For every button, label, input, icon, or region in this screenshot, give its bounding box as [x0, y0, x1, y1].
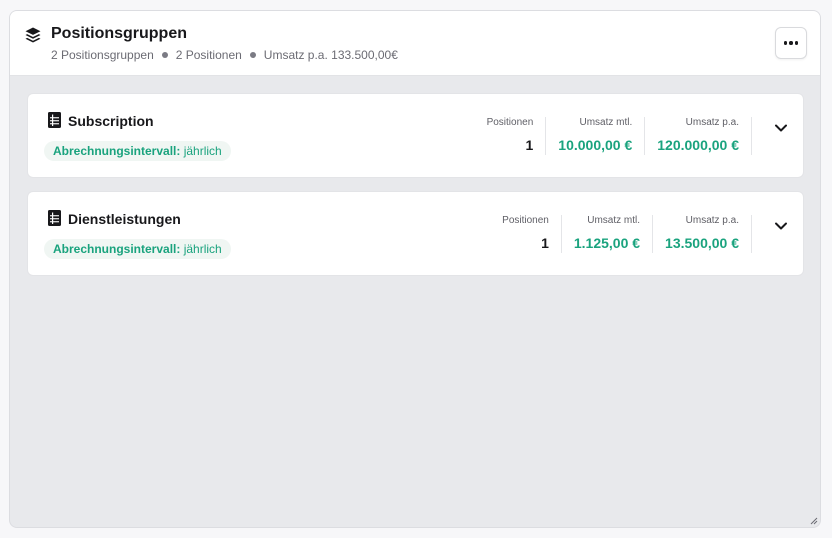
stat-value: 1 [541, 235, 549, 251]
meta-yearly-revenue: Umsatz p.a. 133.500,00€ [263, 48, 398, 62]
more-horizontal-icon-dot [789, 41, 793, 45]
chevron-down-icon[interactable] [773, 120, 789, 136]
chevron-down-icon[interactable] [773, 218, 789, 234]
group-stats: Positionen 1 Umsatz mtl. 10.000,00 € Ums… [487, 117, 752, 155]
positionsgruppen-panel: Positionsgruppen 2 Positionsgruppen 2 Po… [9, 10, 821, 528]
group-card-subscription[interactable]: Subscription Abrechnungsintervall: jährl… [27, 93, 804, 178]
stat-label: Umsatz p.a. [685, 215, 739, 226]
stat-value: 1.125,00 € [573, 235, 641, 251]
separator-dot [161, 52, 168, 58]
group-card-dienstleistungen[interactable]: Dienstleistungen Abrechnungsintervall: j… [27, 191, 804, 276]
stat-value: 120.000,00 € [657, 137, 739, 153]
billing-interval-label: Abrechnungsintervall: [53, 242, 181, 256]
group-title: Subscription [68, 113, 154, 129]
stat-label: Positionen [486, 117, 534, 128]
page-title: Positionsgruppen [51, 25, 187, 42]
header-meta: 2 Positionsgruppen 2 Positionen Umsatz p… [51, 48, 398, 62]
more-horizontal-icon [783, 41, 788, 45]
stat-positions: Positionen 1 [487, 117, 546, 155]
table-icon [48, 210, 61, 226]
stats-divider [751, 215, 752, 253]
more-options-button[interactable] [775, 27, 807, 59]
stat-label: Umsatz mtl. [587, 215, 641, 226]
meta-position-count: 2 Positionen [175, 48, 242, 62]
stats-divider [751, 117, 752, 155]
panel-header: Positionsgruppen 2 Positionsgruppen 2 Po… [10, 11, 820, 76]
billing-interval-badge: Abrechnungsintervall: jährlich [44, 239, 231, 259]
billing-interval-value: jährlich [183, 144, 222, 158]
stat-revenue-yearly: Umsatz p.a. 120.000,00 € [644, 117, 751, 155]
group-stats: Positionen 1 Umsatz mtl. 1.125,00 € Umsa… [502, 215, 752, 253]
billing-interval-badge: Abrechnungsintervall: jährlich [44, 141, 231, 161]
layers-icon [25, 27, 41, 43]
stat-positions: Positionen 1 [502, 215, 561, 253]
stat-revenue-monthly: Umsatz mtl. 10.000,00 € [545, 117, 644, 155]
meta-group-count: 2 Positionsgruppen [51, 48, 154, 62]
stat-label: Positionen [502, 215, 549, 226]
stat-label: Umsatz p.a. [685, 117, 739, 128]
resize-handle-icon[interactable] [810, 517, 818, 525]
stat-value: 13.500,00 € [665, 235, 739, 251]
stat-revenue-monthly: Umsatz mtl. 1.125,00 € [560, 215, 652, 253]
group-title: Dienstleistungen [68, 211, 181, 227]
more-horizontal-icon-dot [794, 41, 799, 45]
billing-interval-label: Abrechnungsintervall: [53, 144, 181, 158]
stat-label: Umsatz mtl. [579, 117, 633, 128]
stat-value: 1 [525, 137, 534, 153]
stat-value: 10.000,00 € [558, 137, 633, 153]
separator-dot [249, 52, 256, 58]
table-icon [48, 112, 61, 128]
stat-revenue-yearly: Umsatz p.a. 13.500,00 € [652, 215, 751, 253]
billing-interval-value: jährlich [183, 242, 222, 256]
